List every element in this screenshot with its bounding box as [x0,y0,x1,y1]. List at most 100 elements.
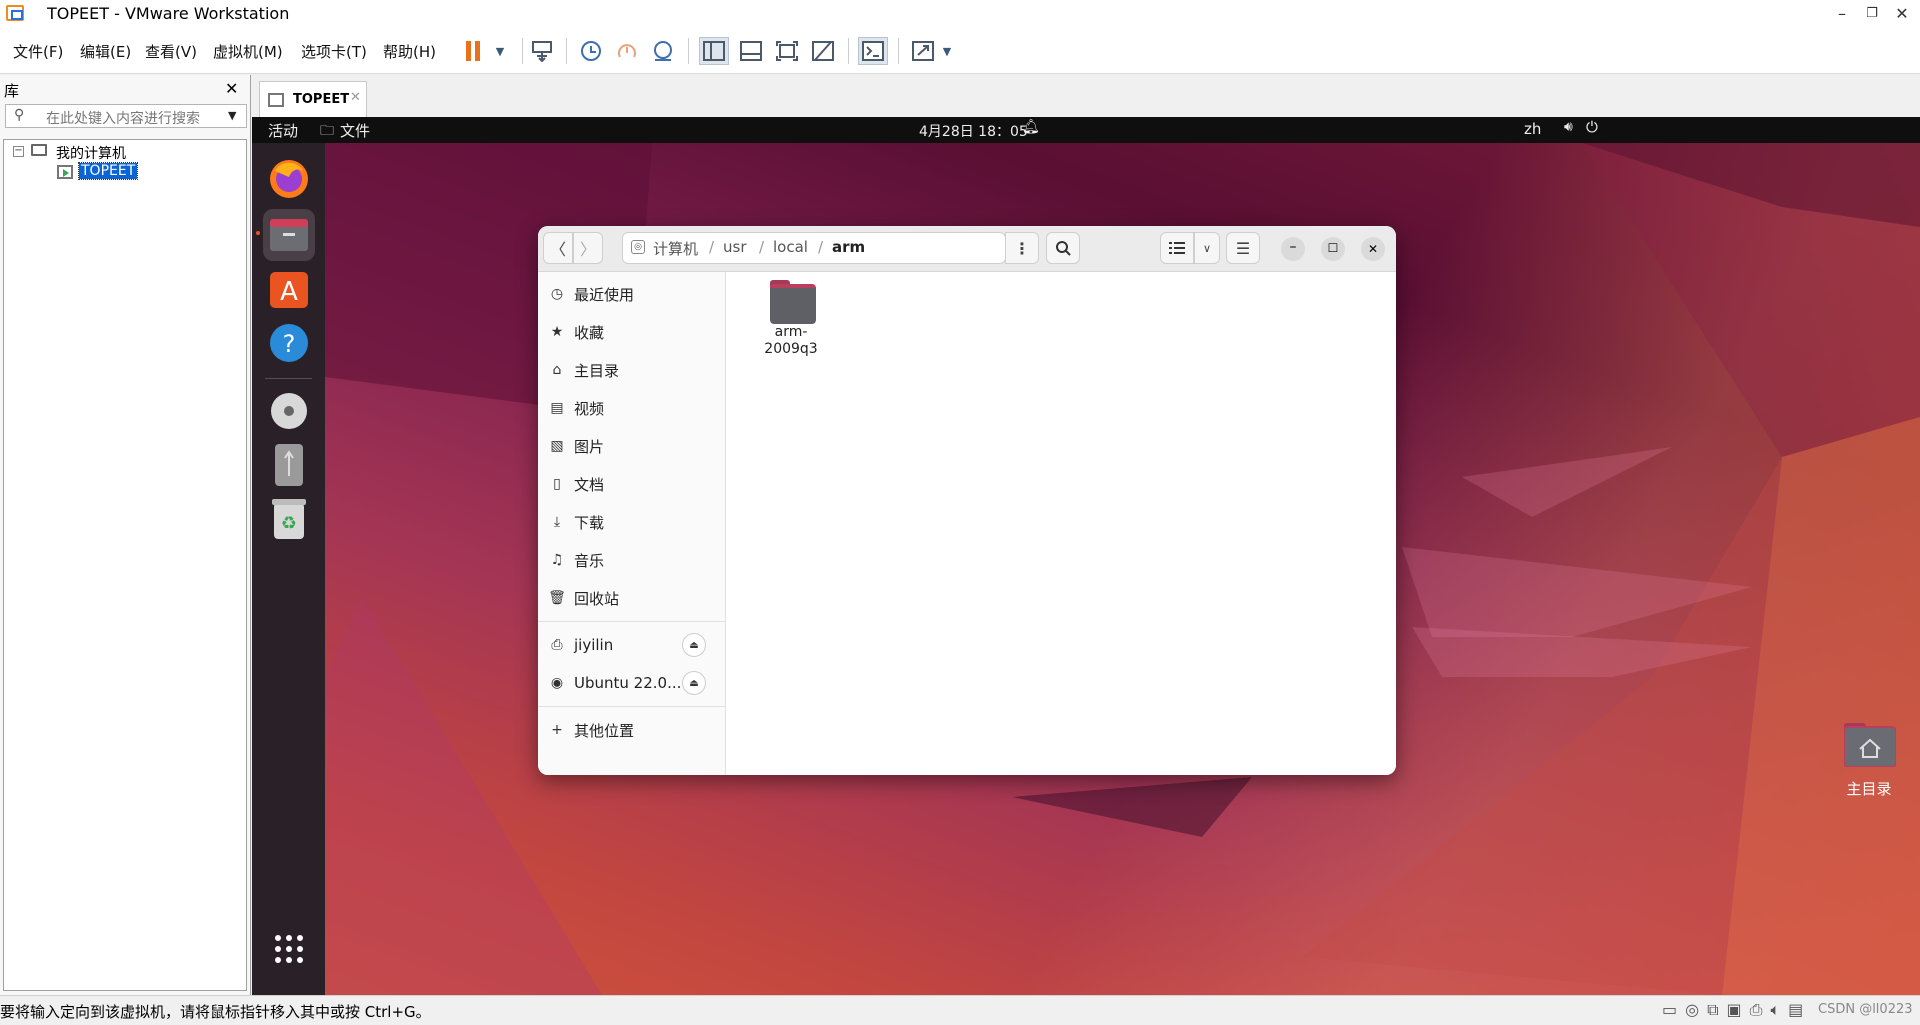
collapse-icon[interactable]: − [13,146,24,157]
file-view[interactable]: arm- 2009q3 [726,272,1396,775]
restore-button[interactable]: ❐ [1858,2,1886,26]
sidebar-item-music[interactable]: ♫ 音乐 [548,546,723,574]
app-menu-files[interactable]: 文件 [340,120,370,141]
power-dropdown-icon[interactable]: ▼ [485,37,515,65]
menu-file[interactable]: 文件(F) [13,41,63,62]
menu-vm[interactable]: 虚拟机(M) [213,41,283,62]
menu-tabs[interactable]: 选项卡(T) [301,41,367,62]
sidebar-item-label: Ubuntu 22.0... [574,674,682,692]
search-icon[interactable] [1046,232,1080,264]
vm-icon [57,165,73,179]
library-close-button[interactable]: ✕ [225,79,238,98]
usb-drive-icon[interactable] [265,441,313,489]
film-icon: ▤ [550,400,564,416]
device-status-icons: ▭ ◎ ⧉ ▣ ⎙ 🔈︎ ▤ [1662,1000,1803,1020]
display-icon[interactable]: ▤ [1788,1000,1803,1020]
picture-icon: ▧ [550,438,564,454]
desktop-home-shortcut[interactable]: 主目录 [1826,721,1912,801]
library-pane: 库 ✕ ⚲ 在此处键入内容进行搜索 ▼ − 我的计算机 TOPEET [0,75,250,995]
menu-edit[interactable]: 编辑(E) [80,41,131,62]
activities-button[interactable]: 活动 [268,120,298,141]
cd-drive-icon[interactable] [265,387,313,435]
input-method-indicator[interactable]: zh [1524,120,1541,138]
vm-tab-close-button[interactable]: ✕ [350,90,361,105]
file-name: arm- 2009q3 [764,324,818,357]
sidebar-item-home[interactable]: ⌂ 主目录 [548,356,723,384]
sidebar-item-label: jiyilin [574,636,614,654]
maximize-icon[interactable]: ☐ [1321,237,1345,261]
send-ctrl-alt-del-icon[interactable] [527,37,557,65]
full-screen-icon[interactable] [772,37,802,65]
sidebar-item-starred[interactable]: ★ 收藏 [548,318,723,346]
sidebar-item-videos[interactable]: ▤ 视频 [548,394,723,422]
hard-disk-icon[interactable]: ▭ [1662,1000,1677,1020]
back-button[interactable]: 〈 [543,232,573,264]
show-apps-icon[interactable] [265,925,313,973]
clock[interactable]: 4月28日 18：05 [919,121,1028,141]
sidebar-item-pictures[interactable]: ▧ 图片 [548,432,723,460]
running-indicator [256,231,260,235]
firefox-icon[interactable] [265,155,313,203]
path-usr[interactable]: usr [723,238,747,256]
close-button[interactable]: ✕ [1888,2,1916,26]
sound-icon[interactable]: 🔈︎ [1770,1000,1780,1020]
snapshot-manager-icon[interactable] [648,37,678,65]
view-options-icon[interactable]: ∨ [1194,232,1220,264]
forward-button[interactable]: 〉 [573,232,603,264]
console-view-icon[interactable] [858,37,888,65]
path-computer[interactable]: 计算机 [653,238,698,259]
eject-icon[interactable]: ⏏ [682,671,706,695]
minimize-button[interactable]: – [1828,2,1856,26]
library-search-input[interactable]: ⚲ 在此处键入内容进行搜索 ▼ [5,104,247,128]
tree-my-computer[interactable]: 我的计算机 [56,143,126,163]
download-icon: ⤓ [553,514,561,530]
cd-icon[interactable]: ◎ [1685,1000,1699,1020]
path-bar[interactable]: ◎ 计算机 / usr / local / arm [622,232,1006,264]
path-arm[interactable]: arm [832,238,865,256]
tab-topeet[interactable]: TOPEET ✕ [259,81,367,117]
minimize-icon[interactable]: – [1281,237,1305,261]
tree-topeet[interactable]: TOPEET [77,162,139,180]
pause-icon[interactable] [458,37,488,65]
usb-status-icon[interactable]: ▣ [1727,1000,1742,1020]
eject-icon[interactable]: ⏏ [682,633,706,657]
network-icon[interactable]: ⧉ [1707,1000,1718,1020]
vm-tab-label: TOPEET [293,92,350,107]
path-separator: / [818,238,824,256]
unity-mode-icon[interactable] [808,37,838,65]
sidebar-divider [538,621,726,622]
sidebar-item-recent[interactable]: ◷ 最近使用 [548,280,723,308]
revert-snapshot-icon[interactable] [612,37,642,65]
volume-icon[interactable]: 🔊︎ [1564,119,1573,135]
printer-icon[interactable]: ⎙ [1750,1000,1763,1020]
help-icon[interactable]: ? [265,319,313,367]
menu-view[interactable]: 查看(V) [145,41,197,62]
path-local[interactable]: local [773,238,808,256]
watermark: CSDN @ll0223 [1818,1002,1913,1017]
toolbar-separator [688,38,689,64]
menu-help[interactable]: 帮助(H) [383,41,436,62]
sidebar-item-documents[interactable]: ▯ 文档 [548,470,723,498]
sidebar-item-other-locations[interactable]: + 其他位置 [548,716,723,744]
power-icon[interactable]: ⏻ [1586,118,1598,136]
close-icon[interactable]: ✕ [1361,237,1385,261]
path-menu-icon[interactable]: ⋮ [1005,232,1039,264]
file-item[interactable]: arm- 2009q3 [746,280,836,360]
clock-icon: ◷ [550,286,564,302]
software-center-icon[interactable]: A [265,265,313,313]
files-icon[interactable] [263,209,315,261]
svg-text:♻: ♻ [281,513,297,534]
sidebar-item-label: 文档 [574,475,605,494]
home-icon: ⌂ [552,362,562,378]
trash-icon[interactable]: ♻ [265,495,313,543]
list-view-icon[interactable] [1160,232,1194,264]
stretch-dropdown-icon[interactable]: ▼ [932,37,962,65]
sidebar-item-trash[interactable]: 🗑︎ 回收站 [548,584,723,612]
search-dropdown-icon[interactable]: ▼ [228,109,236,122]
show-thumbnails-icon[interactable] [736,37,766,65]
guest-screen[interactable]: 活动 🗀 文件 4月28日 18：05 🔔︎ zh 🔊︎ ⏻ A ? ♻ 〈 〉… [252,117,1920,995]
show-library-icon[interactable] [699,37,729,65]
hamburger-menu-icon[interactable]: ☰ [1226,232,1260,264]
sidebar-item-downloads[interactable]: ⤓ 下载 [548,508,723,536]
snapshot-icon[interactable] [576,37,606,65]
